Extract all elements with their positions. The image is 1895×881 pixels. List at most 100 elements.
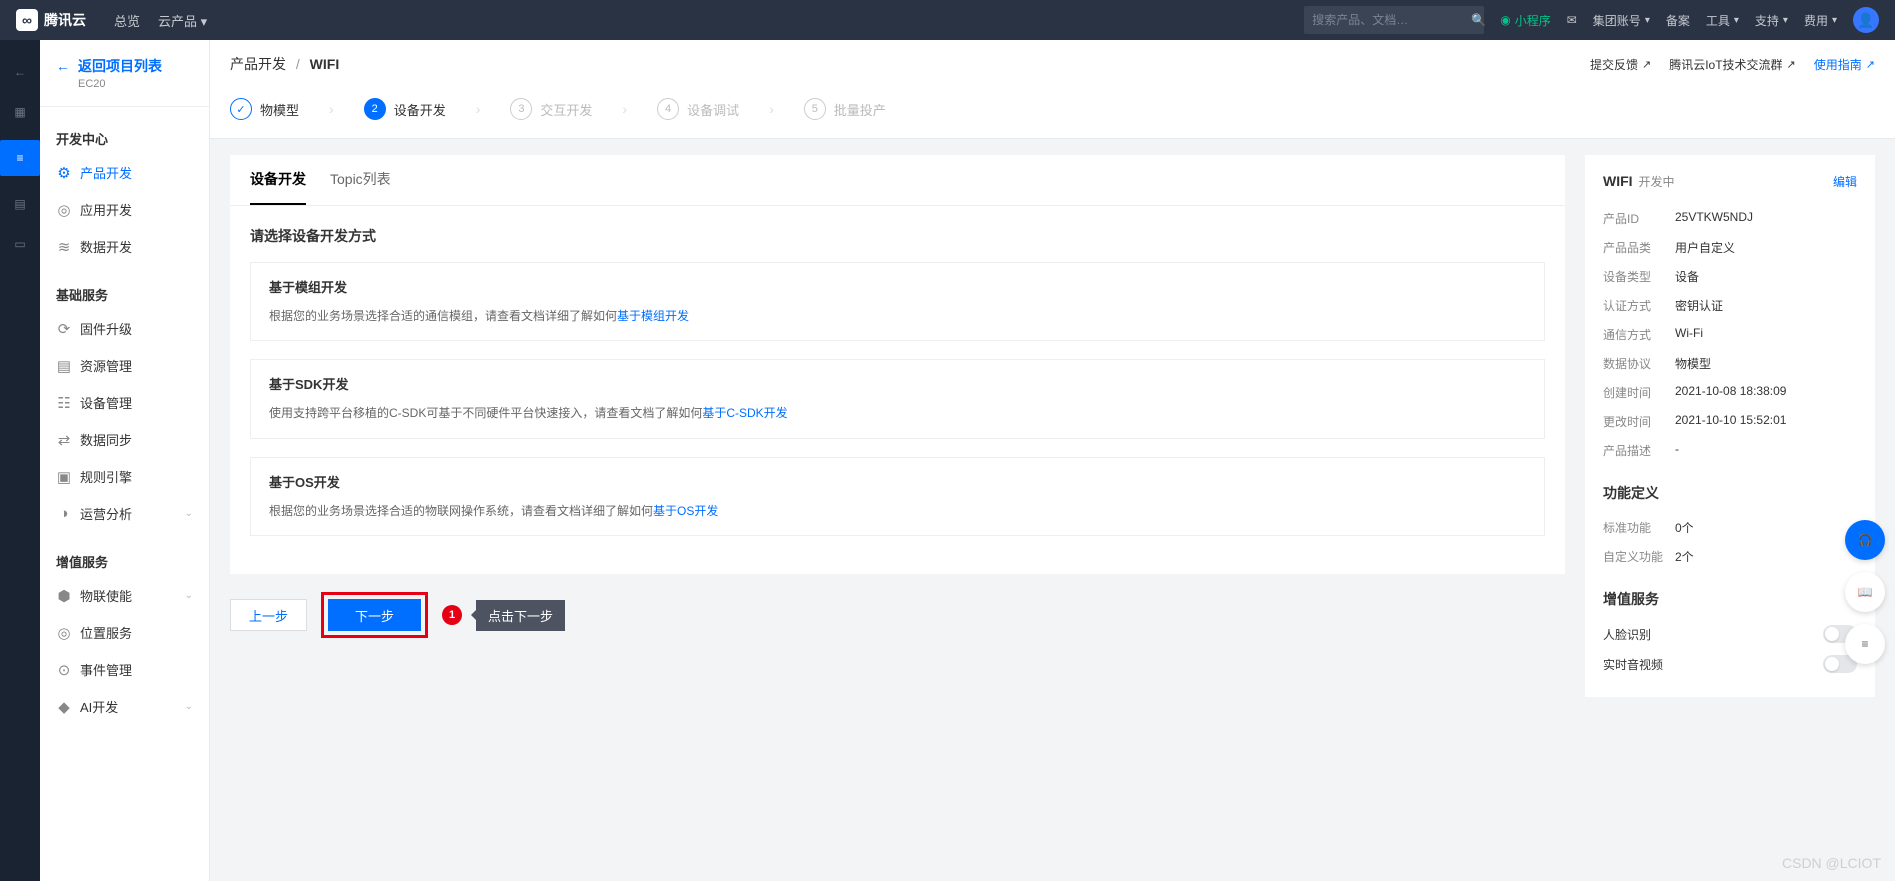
rail-rect-icon[interactable]: ▭ xyxy=(8,232,32,256)
docs-fab[interactable]: 📖 xyxy=(1845,572,1885,612)
step-interact-dev[interactable]: 3交互开发 xyxy=(510,98,592,120)
support-menu[interactable]: 支持 xyxy=(1755,12,1788,29)
sidebar-item-analytics[interactable]: ◑运营分析⌄ xyxy=(40,495,209,532)
group-dev-title: 开发中心 xyxy=(40,121,209,154)
pin-icon: ◎ xyxy=(56,624,72,642)
rail-cards-icon[interactable]: ▤ xyxy=(8,192,32,216)
sidebar-item-firmware[interactable]: ⟳固件升级 xyxy=(40,310,209,347)
sidebar-item-label: 规则引擎 xyxy=(80,467,132,486)
beian-link[interactable]: 备案 xyxy=(1666,12,1690,29)
step-label: 物模型 xyxy=(260,100,299,119)
link-feedback[interactable]: 提交反馈 ↗ xyxy=(1590,56,1651,73)
kv-created: 创建时间2021-10-08 18:38:09 xyxy=(1603,378,1857,407)
toggle-face-recog: 人脸识别 xyxy=(1603,619,1857,649)
sidebar-item-rule-engine[interactable]: ▣规则引擎 xyxy=(40,458,209,495)
next-button[interactable]: 下一步 xyxy=(328,599,421,631)
sidebar-item-label: 数据开发 xyxy=(80,237,132,256)
tools-menu[interactable]: 工具 xyxy=(1706,12,1739,29)
sidebar-item-app-dev[interactable]: ◎应用开发 xyxy=(40,191,209,228)
sidebar-item-data-dev[interactable]: ≋数据开发 xyxy=(40,228,209,265)
miniprogram-link[interactable]: ◉ 小程序 xyxy=(1500,12,1551,29)
dev-card-desc: 根据您的业务场景选择合适的通信模组，请查看文档详细了解如何基于模组开发 xyxy=(269,306,1526,326)
panel-body: 请选择设备开发方式 基于模组开发 根据您的业务场景选择合适的通信模组，请查看文档… xyxy=(230,206,1565,574)
sidebar-item-event-mgmt[interactable]: ⊙ 事件管理 xyxy=(40,651,209,688)
chevron-down-icon: ⌄ xyxy=(185,701,193,712)
kv-std-feat: 标准功能0个 xyxy=(1603,513,1857,542)
dev-card-link[interactable]: 基于OS开发 xyxy=(653,504,718,518)
sidebar-item-label: 设备管理 xyxy=(80,393,132,412)
global-search[interactable]: 🔍 xyxy=(1304,6,1484,34)
wizard-steps: ✓物模型 › 2设备开发 › 3交互开发 › 4设备调试 › 5批量投产 xyxy=(230,74,1875,138)
nav-products[interactable]: 云产品 ▾ xyxy=(158,11,207,30)
rail-grid-icon[interactable]: ▦ xyxy=(8,100,32,124)
bc-product-dev[interactable]: 产品开发 xyxy=(230,56,286,72)
arrow-left-icon: ← xyxy=(56,58,70,74)
step-sep: › xyxy=(769,101,774,117)
step-model[interactable]: ✓物模型 xyxy=(230,98,299,120)
grid-icon: ▤ xyxy=(56,357,72,375)
step-device-dev[interactable]: 2设备开发 xyxy=(364,98,446,120)
user-avatar[interactable]: 👤 xyxy=(1853,7,1879,33)
kv-desc: 产品描述- xyxy=(1603,436,1857,465)
dot-icon: ⊙ xyxy=(56,661,72,679)
step-mass-production[interactable]: 5批量投产 xyxy=(804,98,886,120)
step-device-debug[interactable]: 4设备调试 xyxy=(657,98,739,120)
mail-icon[interactable]: ✉ xyxy=(1567,13,1577,27)
panel-left: 设备开发 Topic列表 请选择设备开发方式 基于模组开发 根据您的业务场景选择… xyxy=(230,155,1565,574)
dev-card-link[interactable]: 基于模组开发 xyxy=(617,309,689,323)
back-to-projects[interactable]: ← 返回项目列表 xyxy=(56,56,193,76)
cost-menu[interactable]: 费用 xyxy=(1804,12,1837,29)
gear-icon: ⚙ xyxy=(56,164,72,182)
dev-card-sdk[interactable]: 基于SDK开发 使用支持跨平台移植的C-SDK可基于不同硬件平台快速接入，请查看… xyxy=(250,359,1545,438)
edit-button[interactable]: 编辑 xyxy=(1833,173,1857,190)
sidebar-item-label: 应用开发 xyxy=(80,200,132,219)
dev-card-module[interactable]: 基于模组开发 根据您的业务场景选择合适的通信模组，请查看文档详细了解如何基于模组… xyxy=(250,262,1545,341)
dev-card-title: 基于SDK开发 xyxy=(269,374,1526,393)
sidebar-item-iot-enable[interactable]: ⬢物联使能⌄ xyxy=(40,577,209,614)
group-account-menu[interactable]: 集团账号 xyxy=(1593,12,1650,29)
sidebar-item-device-mgmt[interactable]: ☷设备管理 xyxy=(40,384,209,421)
fab-column: 🎧 📖 ≡ xyxy=(1845,520,1885,664)
sidebar-item-resource[interactable]: ▤ 资源管理 xyxy=(40,347,209,384)
sidebar-item-label: AI开发 xyxy=(80,697,118,716)
dev-card-link[interactable]: 基于C-SDK开发 xyxy=(702,406,787,420)
sidebar-item-location[interactable]: ◎ 位置服务 xyxy=(40,614,209,651)
sidebar-item-label: 位置服务 xyxy=(80,623,132,642)
link-guide[interactable]: 使用指南 ↗ xyxy=(1814,56,1875,73)
tab-device-dev[interactable]: 设备开发 xyxy=(250,155,306,205)
dev-card-desc: 使用支持跨平台移植的C-SDK可基于不同硬件平台快速接入，请查看文档了解如何基于… xyxy=(269,403,1526,423)
brand-logo[interactable]: ∞ 腾讯云 xyxy=(16,9,86,31)
back-block: ← 返回项目列表 EC20 xyxy=(40,56,209,107)
sidebar-item-product-dev[interactable]: ⚙产品开发 xyxy=(40,154,209,191)
group-base-title: 基础服务 xyxy=(40,277,209,310)
search-input[interactable] xyxy=(1312,13,1467,27)
kv-product-id: 产品ID25VTKW5NDJ xyxy=(1603,204,1857,233)
annotation-highlight: 下一步 xyxy=(321,592,428,638)
right-title: WIFI xyxy=(1603,173,1633,189)
hex-icon: ⬢ xyxy=(56,587,72,605)
chevron-down-icon: ⌄ xyxy=(185,590,193,601)
annotation-number: 1 xyxy=(442,605,462,625)
group-value-title: 增值服务 xyxy=(40,544,209,577)
back-label: 返回项目列表 xyxy=(78,56,162,76)
feature-def-title: 功能定义 xyxy=(1603,483,1857,503)
sidebar-item-label: 事件管理 xyxy=(80,660,132,679)
step-label: 交互开发 xyxy=(540,100,592,119)
sidebar-item-label: 资源管理 xyxy=(80,356,132,375)
step-label: 批量投产 xyxy=(834,100,886,119)
right-header: WIFI开发中 编辑 xyxy=(1603,173,1857,190)
search-icon[interactable]: 🔍 xyxy=(1471,13,1486,27)
sidebar-item-data-sync[interactable]: ⇄数据同步 xyxy=(40,421,209,458)
project-name: EC20 xyxy=(78,78,193,90)
main: 产品开发 / WIFI 提交反馈 ↗ 腾讯云IoT技术交流群 ↗ 使用指南 ↗ … xyxy=(210,40,1895,881)
prev-button[interactable]: 上一步 xyxy=(230,599,307,631)
sidebar-item-ai-dev[interactable]: ◆AI开发⌄ xyxy=(40,688,209,725)
rail-back-icon[interactable]: ← xyxy=(8,60,32,84)
rail-list-icon[interactable]: ≡ xyxy=(0,140,40,176)
link-community[interactable]: 腾讯云IoT技术交流群 ↗ xyxy=(1669,56,1796,73)
nav-overview[interactable]: 总览 xyxy=(114,11,140,30)
menu-fab[interactable]: ≡ xyxy=(1845,624,1885,664)
dev-card-os[interactable]: 基于OS开发 根据您的业务场景选择合适的物联网操作系统，请查看文档详细了解如何基… xyxy=(250,457,1545,536)
headset-fab[interactable]: 🎧 xyxy=(1845,520,1885,560)
tab-topic-list[interactable]: Topic列表 xyxy=(330,155,391,205)
